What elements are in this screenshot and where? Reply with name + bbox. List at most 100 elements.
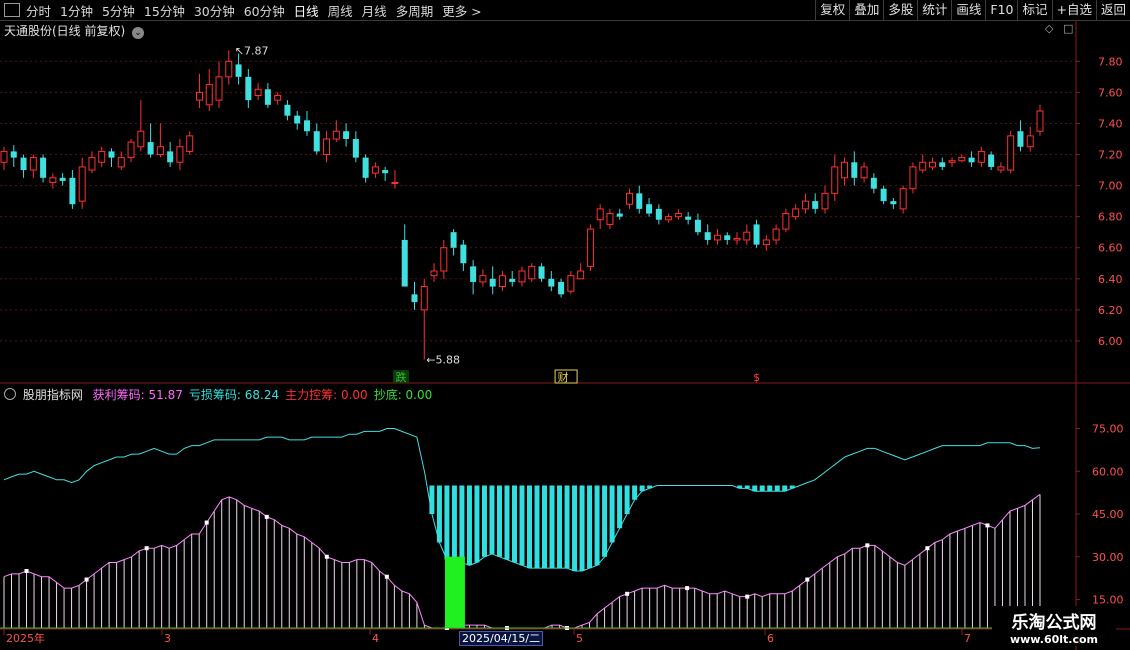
candle-body — [49, 177, 57, 183]
candle-body — [489, 278, 496, 287]
candle-body — [831, 166, 839, 194]
candle-body — [176, 146, 184, 163]
candle-body — [880, 188, 887, 202]
candle-body — [332, 130, 340, 140]
candle-body — [928, 161, 936, 168]
candle-body — [284, 104, 291, 116]
candle-body — [733, 237, 741, 241]
candle-body — [411, 294, 418, 303]
candle-body — [371, 166, 379, 174]
candle-body — [801, 200, 809, 210]
candle-body — [636, 193, 643, 209]
loss-bar — [474, 485, 480, 563]
loss-bar — [774, 485, 780, 492]
candle-body — [420, 286, 428, 311]
candle-body — [430, 270, 438, 277]
profit-point — [625, 591, 630, 596]
stock-title: 天通股份(日线 前复权) — [4, 24, 126, 38]
loss-bar — [564, 485, 570, 569]
candle-body — [313, 131, 320, 152]
candle-body — [655, 208, 662, 220]
profit-point — [144, 546, 149, 551]
candle-body — [88, 157, 96, 171]
profit-point — [925, 546, 930, 551]
candle-body — [245, 76, 252, 101]
candle-body — [812, 201, 819, 209]
window-icon[interactable]: □ — [1063, 22, 1073, 35]
candle-body — [626, 192, 634, 205]
candle-body — [586, 228, 594, 267]
candle-body — [294, 115, 301, 124]
candle-body — [997, 166, 1005, 171]
candle-body — [909, 166, 917, 190]
settings-icon[interactable] — [4, 388, 16, 400]
candle-body — [841, 161, 849, 179]
candle-body — [401, 239, 408, 287]
candle-body — [616, 213, 623, 217]
loss-bar — [759, 485, 765, 492]
candle-body — [870, 177, 877, 189]
price-tick-label: 6.20 — [1098, 304, 1123, 317]
indicator-name[interactable]: 股朋指标网 — [23, 388, 83, 402]
indicator-value-3: 抄底: 0.00 — [373, 388, 433, 402]
time-label: 7 — [964, 632, 971, 645]
bottom-signal-bar — [444, 556, 465, 628]
candle-body — [694, 219, 701, 233]
loss-bar — [489, 485, 495, 554]
price-tick-label: 6.00 — [1098, 335, 1123, 348]
candle-body — [186, 135, 194, 152]
candle-body — [450, 232, 457, 248]
time-label: 5 — [576, 632, 583, 645]
candle-body — [713, 234, 721, 241]
candle-body — [899, 188, 907, 210]
loss-bar — [572, 485, 578, 571]
profit-point — [865, 543, 870, 548]
profit-point — [805, 577, 810, 582]
loss-bar — [436, 485, 442, 543]
candle-body — [958, 157, 966, 162]
loss-bar — [579, 485, 585, 571]
candle-body — [352, 138, 359, 158]
candle-body — [254, 88, 262, 96]
loss-bar — [466, 485, 472, 566]
low-price-label: ←5.88 — [426, 354, 460, 367]
diamond-icon[interactable]: ◇ — [1045, 22, 1053, 35]
candle-body — [558, 281, 565, 295]
candle-body — [851, 162, 858, 178]
candle-body — [782, 213, 790, 230]
candle-body — [225, 60, 233, 78]
candle-body — [518, 270, 526, 283]
candle-body — [235, 64, 242, 77]
candle-body — [860, 166, 868, 179]
candle-body — [195, 91, 203, 101]
candle-body — [0, 150, 8, 163]
loss-bar — [459, 485, 465, 563]
candle-body — [1007, 135, 1015, 171]
candle-body — [127, 141, 135, 159]
candle-body — [890, 201, 897, 205]
price-tick-label: 7.80 — [1098, 55, 1123, 68]
candle-body — [988, 154, 995, 167]
candle-body — [470, 266, 477, 282]
loss-bar — [429, 485, 435, 514]
candle-body — [762, 239, 770, 246]
candle-body — [939, 162, 946, 167]
loss-bar — [617, 485, 623, 529]
time-label: 6 — [767, 632, 774, 645]
event-marker-2: $ — [753, 371, 760, 384]
chevron-down-icon[interactable]: ⌄ — [132, 27, 145, 39]
candle-body — [665, 216, 673, 221]
candle-body — [40, 157, 47, 178]
loss-bar — [504, 485, 510, 560]
price-tick-label: 7.00 — [1098, 180, 1123, 193]
profit-point — [24, 569, 29, 573]
candle-body — [215, 76, 223, 101]
candle-body — [69, 177, 76, 205]
panel-controls: ◇ □ — [1045, 22, 1073, 35]
loss-bar — [594, 485, 600, 566]
high-price-label: ↖7.87 — [235, 44, 269, 57]
candle-body — [264, 89, 271, 105]
profit-point — [745, 594, 750, 599]
loss-bar — [534, 485, 540, 569]
candle-body — [98, 150, 106, 163]
